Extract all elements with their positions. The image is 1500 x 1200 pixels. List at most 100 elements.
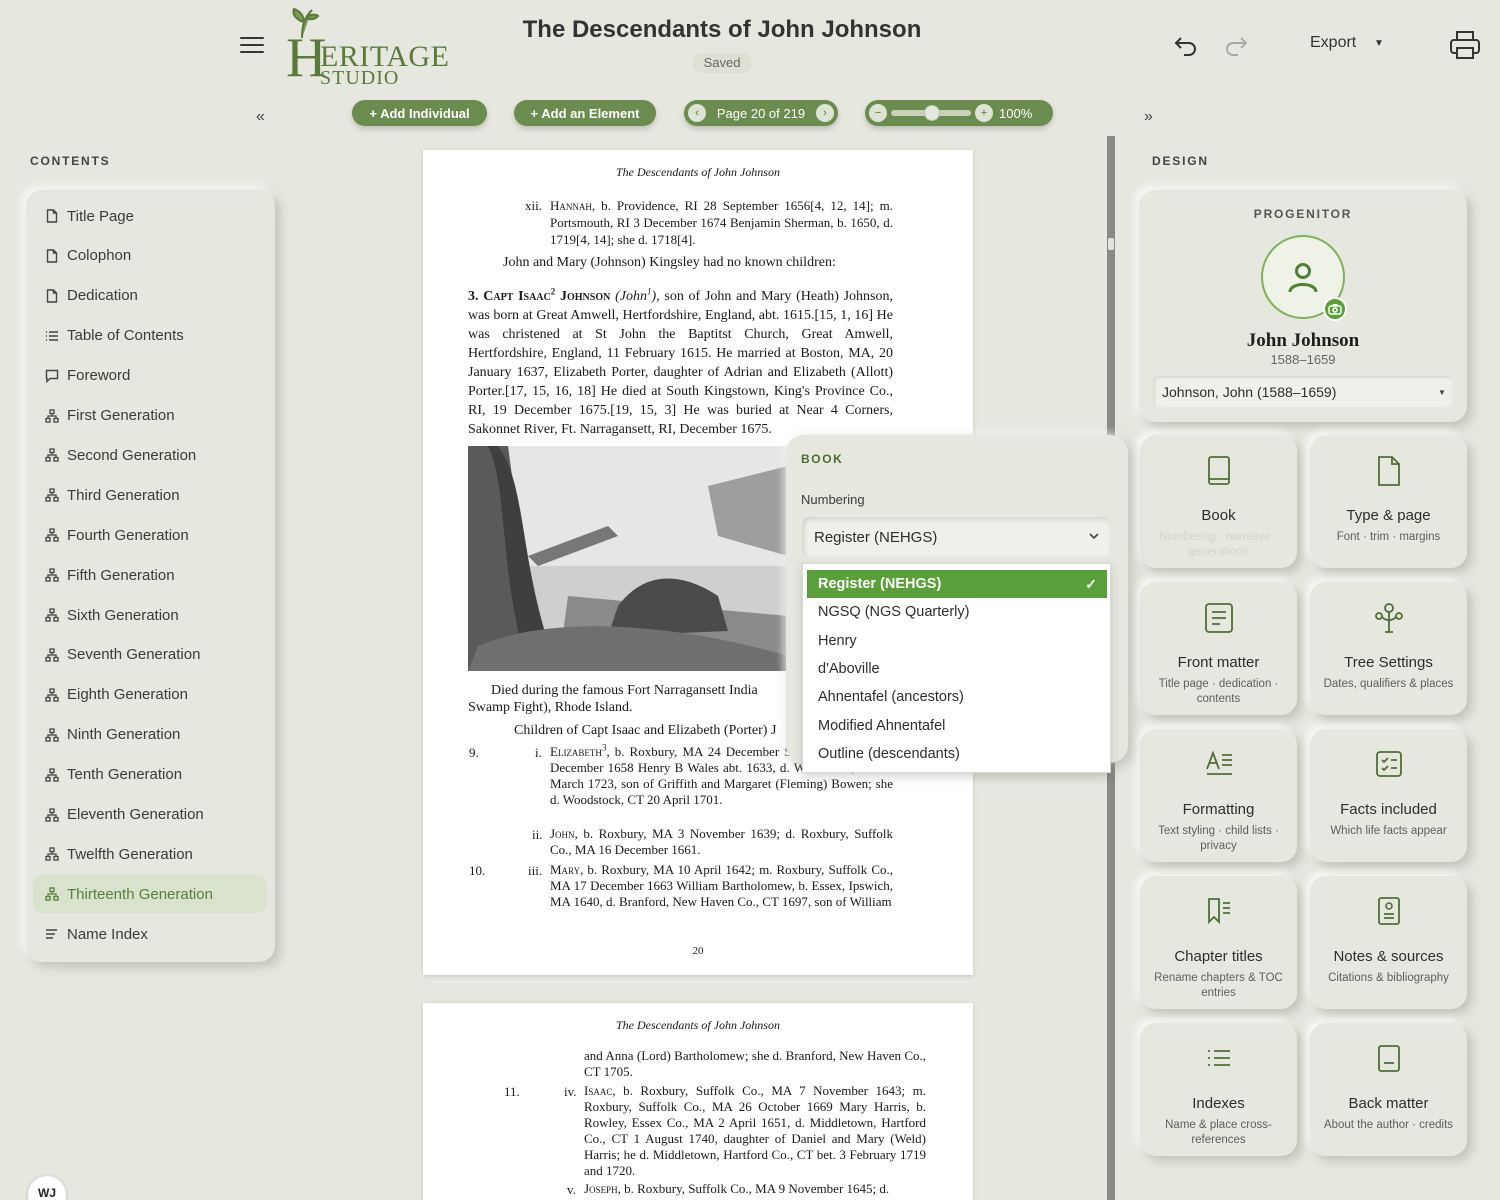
numbering-option-label: Ahnentafel (ancestors): [818, 689, 964, 706]
tree-icon: [45, 648, 59, 662]
design-card-title: Formatting: [1182, 801, 1255, 818]
document-title: The Descendants of John Johnson: [522, 16, 922, 43]
design-card-title: Notes & sources: [1333, 948, 1444, 965]
contents-item[interactable]: Foreword: [33, 357, 267, 395]
zoom-slider[interactable]: [891, 105, 971, 121]
add-element-button[interactable]: + Add an Element: [514, 100, 656, 126]
design-card[interactable]: Type & page Font · trim · margins: [1310, 435, 1467, 568]
zoom-slider-handle[interactable]: [924, 105, 940, 121]
progenitor-heading: PROGENITOR: [1253, 207, 1353, 221]
progenitor-years: 1588–1659: [1270, 352, 1336, 367]
design-card-subtitle: About the author · credits: [1323, 1119, 1454, 1131]
contents-item-label: Title Page: [67, 207, 134, 225]
design-card-subtitle: Text styling · child lists · privacy: [1158, 825, 1279, 852]
zoom-in-button[interactable]: +: [975, 104, 993, 122]
paragraph: John and Mary (Johnson) Kingsley had no …: [503, 255, 836, 270]
user-avatar[interactable]: WJ: [28, 1176, 66, 1200]
scrollbar-thumb[interactable]: [1108, 238, 1114, 250]
design-card[interactable]: Chapter titles Rename chapters & TOC entr…: [1140, 876, 1297, 1009]
contents-item[interactable]: First Generation: [33, 397, 267, 435]
contents-item[interactable]: Dedication: [33, 277, 267, 315]
list-icon: [45, 329, 59, 343]
numbering-option[interactable]: Outline (descendants): [807, 740, 1107, 768]
document-page[interactable]: The Descendants of John Johnson and Anna…: [423, 1003, 973, 1200]
contents-item-label: Thirteenth Generation: [67, 885, 213, 903]
add-individual-button[interactable]: + Add Individual: [352, 100, 487, 126]
design-card-title: Indexes: [1192, 1095, 1245, 1112]
print-icon[interactable]: [1448, 29, 1482, 61]
tree-icon: [45, 728, 59, 742]
contents-item[interactable]: Second Generation: [33, 436, 267, 474]
contents-item[interactable]: Twelfth Generation: [33, 835, 267, 873]
numbering-dropdown-list: Register (NEHGS) ✓ NGSQ (NGS Quarterly) Hen…: [802, 563, 1111, 773]
undo-icon[interactable]: [1172, 31, 1200, 59]
child-number: iv.: [564, 1084, 577, 1099]
progenitor-select[interactable]: Johnson, John (1588–1659): [1153, 376, 1453, 408]
chevron-down-icon: ▼: [1374, 38, 1384, 49]
collapse-right-panel-button[interactable]: »: [1144, 108, 1153, 126]
book-heading: BOOK: [801, 452, 844, 466]
design-card[interactable]: Formatting Text styling · child lists · p…: [1140, 729, 1297, 862]
page-number: 20: [692, 945, 704, 957]
numbering-option[interactable]: Ahnentafel (ancestors): [807, 683, 1107, 711]
contents-item[interactable]: Thirteenth Generation: [33, 875, 267, 914]
design-card-subtitle: Dates, qualifiers & places: [1323, 678, 1454, 690]
contents-item-label: Third Generation: [67, 486, 180, 504]
contents-item[interactable]: Fourth Generation: [33, 516, 267, 554]
design-card[interactable]: Front matter Title page · dedication · co…: [1140, 582, 1297, 715]
design-card[interactable]: Book Numbering · narrative · generations: [1140, 435, 1297, 568]
redo-icon[interactable]: [1222, 31, 1250, 59]
design-card[interactable]: Notes & sources Citations & bibliography: [1310, 876, 1467, 1009]
numbering-option[interactable]: Register (NEHGS) ✓: [807, 570, 1107, 598]
contents-item[interactable]: Name Index: [33, 915, 267, 953]
checkmark-icon: ✓: [1085, 576, 1097, 592]
contents-item[interactable]: Table of Contents: [33, 317, 267, 355]
contents-item[interactable]: Third Generation: [33, 476, 267, 514]
camera-icon[interactable]: [1323, 297, 1347, 321]
numbering-option[interactable]: NGSQ (NGS Quarterly): [807, 598, 1107, 626]
numbering-option[interactable]: Modified Ahnentafel: [807, 712, 1107, 740]
contents-item[interactable]: Seventh Generation: [33, 636, 267, 674]
running-head: The Descendants of John Johnson: [616, 1018, 780, 1032]
prev-page-button[interactable]: ‹: [688, 104, 706, 122]
contents-item-label: Eleventh Generation: [67, 806, 204, 823]
contents-item-label: Sixth Generation: [67, 606, 179, 624]
design-card[interactable]: Indexes Name & place cross-references: [1140, 1023, 1297, 1156]
design-card[interactable]: Back matter About the author · credits: [1310, 1023, 1467, 1156]
contents-item[interactable]: Colophon: [33, 237, 267, 275]
numbering-option[interactable]: d'Aboville: [807, 655, 1107, 683]
next-page-button[interactable]: ›: [815, 104, 834, 122]
contents-item-label: Table of Contents: [67, 327, 184, 345]
contents-item-label: Colophon: [67, 247, 132, 265]
design-card[interactable]: Facts included Which life facts appear: [1310, 729, 1467, 862]
numbering-option[interactable]: Henry: [807, 627, 1107, 655]
contents-item[interactable]: Eighth Generation: [33, 676, 267, 714]
collapse-left-panel-button[interactable]: «: [256, 108, 265, 126]
tree-icon: [45, 568, 59, 582]
design-card-subtitle: Font · trim · margins: [1336, 531, 1441, 543]
contents-item-label: Foreword: [67, 367, 131, 385]
child-number: xii.: [525, 198, 542, 213]
comment-icon: [45, 369, 59, 383]
child-number: v.: [567, 1182, 576, 1197]
tree-icon: [45, 528, 59, 542]
tree-icon: [45, 488, 59, 502]
tree-icon: [45, 767, 59, 782]
numbering-option-label: Outline (descendants): [818, 745, 960, 762]
contents-item[interactable]: Sixth Generation: [33, 596, 267, 634]
numbering-select[interactable]: Register (NEHGS): [802, 517, 1110, 557]
contents-item[interactable]: Ninth Generation: [33, 716, 267, 754]
design-card[interactable]: Tree Settings Dates, qualifiers & places: [1310, 582, 1467, 715]
contents-item[interactable]: Fifth Generation: [33, 556, 267, 594]
contents-item[interactable]: Tenth Generation: [33, 756, 267, 794]
zoom-out-button[interactable]: −: [869, 104, 887, 122]
contents-item[interactable]: Title Page: [33, 197, 267, 235]
child-number: 9.: [469, 745, 479, 760]
page-indicator: Page 20 of 219: [716, 105, 806, 121]
contents-list: Title Page Colophon Dedication Table of Con…: [26, 190, 275, 962]
page-icon: [1310, 455, 1467, 487]
contents-item[interactable]: Eleventh Generation: [33, 796, 267, 834]
design-card-subtitle: Numbering · narrative · generations: [1159, 531, 1278, 558]
text-format-icon: [1140, 749, 1297, 781]
menu-button[interactable]: [238, 32, 266, 58]
